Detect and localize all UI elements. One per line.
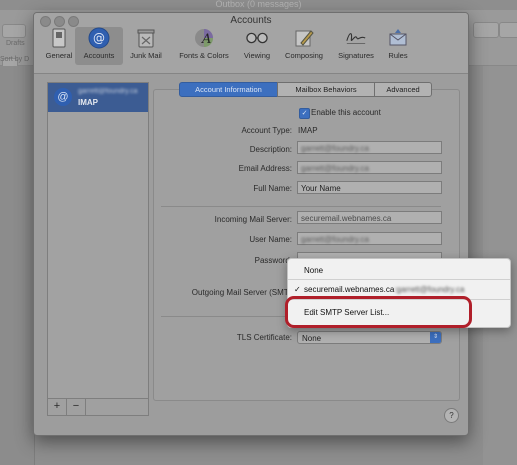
background-message-list (0, 66, 35, 465)
svg-text:@: @ (93, 31, 105, 45)
window-title: Accounts (230, 15, 272, 26)
general-icon (48, 27, 70, 49)
menu-separator (288, 279, 510, 280)
toolbar-label: Viewing (243, 51, 271, 60)
description-value: garrett@foundry.ca (301, 144, 370, 153)
toolbar-junk-mail[interactable]: Junk Mail (121, 27, 171, 60)
account-row[interactable]: @ garrett@foundry.ca IMAP (48, 83, 148, 112)
enable-account-label: Enable this account (311, 108, 381, 117)
fullname-field[interactable]: Your Name (297, 181, 442, 194)
toolbar-composing[interactable]: Composing (279, 27, 329, 60)
username-field[interactable]: garrett@foundry.ca (297, 232, 442, 245)
toolbar-label: Fonts & Colors (179, 51, 229, 60)
junk-mail-icon (135, 27, 157, 49)
toolbar-viewing[interactable]: Viewing (232, 27, 282, 60)
description-field[interactable]: garrett@foundry.ca (297, 141, 442, 154)
toolbar-rules[interactable]: Rules (375, 27, 421, 60)
background-mailbox-label: Drafts (6, 40, 25, 47)
email-label: Email Address: (238, 164, 292, 173)
username-value: garrett@foundry.ca (301, 235, 370, 244)
account-type-label: Account Type: (241, 126, 292, 135)
toolbar-label: Junk Mail (130, 51, 162, 60)
tab-account-information[interactable]: Account Information (179, 82, 278, 97)
menu-item-none[interactable]: None (304, 266, 323, 275)
password-label: Password: (254, 256, 292, 265)
smtp-server-name: securemail.webnames.ca (304, 285, 395, 294)
menu-checkmark-icon: ✓ (294, 285, 301, 294)
rules-envelope-icon (387, 27, 409, 49)
background-button (473, 22, 499, 38)
toolbar-label: Signatures (338, 51, 374, 60)
incoming-server-label: Incoming Mail Server: (214, 215, 292, 224)
menu-item-smtp-server[interactable]: securemail.webnames.ca:garrett@foundry.c… (304, 285, 465, 294)
toolbar-signatures[interactable]: Signatures (331, 27, 381, 60)
incoming-server-value: securemail.webnames.ca (301, 214, 392, 223)
at-sign-icon: @ (88, 27, 110, 49)
account-at-icon: @ (54, 88, 72, 106)
email-value: garrett@foundry.ca (301, 164, 370, 173)
tab-mailbox-behaviors[interactable]: Mailbox Behaviors (277, 82, 375, 97)
remove-account-button[interactable]: − (67, 399, 86, 415)
email-field[interactable]: garrett@foundry.ca (297, 161, 442, 174)
glasses-icon (246, 27, 268, 49)
account-name: garrett@foundry.ca (78, 88, 138, 95)
fonts-colors-icon: A (193, 27, 215, 49)
chevron-updown-icon: ⇕ (430, 332, 441, 343)
add-account-button[interactable]: + (48, 399, 67, 415)
description-label: Description: (249, 145, 292, 154)
compose-pencil-icon (293, 27, 315, 49)
tls-certificate-value: None (302, 334, 322, 343)
signature-icon (345, 27, 367, 49)
outgoing-server-label: Outgoing Mail Server (SMTP (191, 288, 294, 297)
highlight-annotation-ring (285, 296, 472, 328)
tls-certificate-select[interactable]: None ⇕ (297, 331, 442, 344)
svg-text:A: A (201, 32, 211, 47)
fullname-value: Your Name (301, 184, 341, 193)
toolbar-label: Rules (388, 51, 408, 60)
incoming-server-field[interactable]: securemail.webnames.ca (297, 211, 442, 224)
account-list[interactable]: @ garrett@foundry.ca IMAP (47, 82, 149, 402)
username-label: User Name: (249, 235, 292, 244)
account-type-value: IMAP (298, 126, 318, 135)
account-list-footer: + − (47, 398, 149, 416)
background-button (499, 22, 517, 38)
background-window-title: Outbox (0 messages) (215, 0, 302, 9)
enable-account-checkbox[interactable]: ✓ (299, 108, 310, 119)
background-sort-label: Sort by D (0, 56, 30, 63)
toolbar-accounts[interactable]: @ Accounts (75, 27, 123, 65)
background-button (2, 24, 26, 38)
toolbar-label: Accounts (83, 51, 115, 60)
account-type: IMAP (78, 98, 98, 107)
preferences-window: Accounts General @ Accounts Junk Mail A … (33, 12, 469, 436)
tls-certificate-label: TLS Certificate: (236, 333, 292, 342)
smtp-server-account: :garrett@foundry.ca (394, 285, 465, 294)
fullname-label: Full Name: (253, 184, 292, 193)
toolbar-label: Composing (285, 51, 323, 60)
tab-advanced[interactable]: Advanced (374, 82, 432, 97)
section-divider (161, 206, 441, 207)
help-button[interactable]: ? (444, 408, 459, 423)
toolbar-fonts-colors[interactable]: A Fonts & Colors (176, 27, 232, 60)
